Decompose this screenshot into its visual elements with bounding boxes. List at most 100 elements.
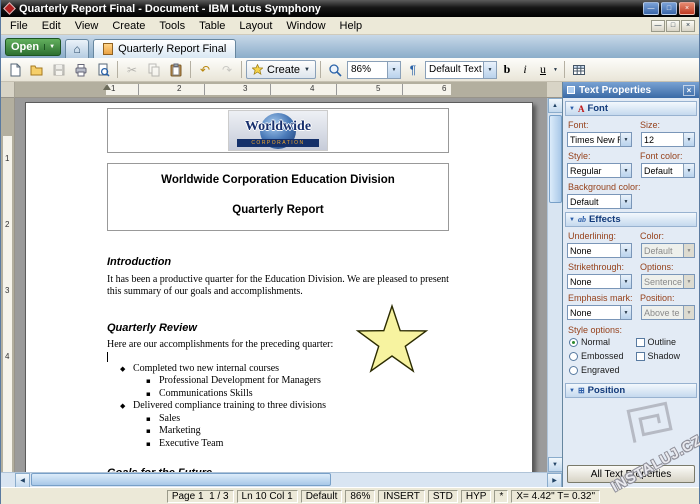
maximize-button[interactable]: □ [661,2,677,15]
style-label: Style: [568,151,640,161]
print-preview-button[interactable] [93,60,113,80]
font-family-select[interactable]: Times New Roma▼ [567,132,632,147]
close-button[interactable]: × [679,2,695,15]
radio-normal[interactable]: Normal [569,337,624,347]
zoom-select[interactable]: 86% ▼ [347,61,401,79]
chevron-down-icon[interactable]: ▼ [620,306,631,319]
menu-edit[interactable]: Edit [35,19,68,33]
horizontal-scroll-thumb[interactable] [31,473,331,486]
background-color-select[interactable]: Default▼ [567,194,632,209]
font-size-select[interactable]: 12▼ [641,132,695,147]
checkbox-outline[interactable]: Outline [636,337,681,347]
status-hyperlink-mode[interactable]: HYP [461,490,492,503]
status-line-col[interactable]: Ln 10 Col 1 [237,490,298,503]
chevron-down-icon[interactable]: ▼ [683,164,694,177]
print-button[interactable] [71,60,91,80]
formatting-marks-button[interactable]: ¶ [403,60,423,80]
checkbox-icon [636,338,645,347]
open-button[interactable]: Open ▼ [5,38,61,56]
underline-options-icon[interactable]: ▼ [553,67,560,73]
status-bar: Page 1 1 / 3 Ln 10 Col 1 Default 86% INS… [1,487,699,504]
all-text-properties-button[interactable]: All Text Properties [567,465,695,483]
paragraph-style-select[interactable]: Default Text ▼ [425,61,497,79]
cut-button[interactable]: ✂ [122,60,142,80]
chevron-down-icon[interactable]: ▼ [387,62,400,78]
ruler-corner[interactable] [1,82,15,98]
chevron-down-icon[interactable]: ▼ [44,44,55,50]
copy-button[interactable] [144,60,164,80]
menu-tools[interactable]: Tools [152,19,192,33]
underlining-select[interactable]: None▼ [567,243,632,258]
redo-icon: ↷ [222,64,232,76]
menu-view[interactable]: View [68,19,106,33]
doc-minimize-button[interactable]: — [651,20,665,32]
font-section-header[interactable]: ▼ A Font [565,101,697,116]
vertical-ruler[interactable]: 1 2 3 4 [1,98,15,472]
vertical-scrollbar[interactable]: ▲ ▼ [547,98,562,472]
doc-restore-button[interactable]: □ [666,20,680,32]
chevron-down-icon[interactable]: ▼ [620,195,631,208]
chevron-down-icon[interactable]: ▼ [483,62,496,78]
doc-close-button[interactable]: × [681,20,695,32]
scroll-down-button[interactable]: ▼ [548,457,563,472]
tab-quarterly-report-final[interactable]: Quarterly Report Final [93,39,236,58]
redo-button[interactable]: ↷ [217,60,237,80]
emphasis-mark-label: Emphasis mark: [568,293,640,303]
menu-table[interactable]: Table [192,19,232,33]
chevron-down-icon[interactable]: ▼ [620,133,631,146]
save-button[interactable] [49,60,69,80]
create-button[interactable]: Create ▼ [246,60,316,79]
paste-button[interactable] [166,60,186,80]
menu-layout[interactable]: Layout [232,19,279,33]
bold-button[interactable]: b [499,61,515,79]
chevron-down-icon[interactable]: ▼ [620,275,631,288]
new-document-button[interactable] [5,60,25,80]
undo-icon: ↶ [200,64,210,76]
chevron-down-icon[interactable]: ▼ [620,244,631,257]
scroll-right-button[interactable]: ▶ [547,473,562,488]
italic-button[interactable]: i [517,61,533,79]
status-page-style[interactable]: Default [301,490,343,503]
status-insert-mode[interactable]: INSERT [378,490,425,503]
emphasis-mark-select[interactable]: None▼ [567,305,632,320]
menu-window[interactable]: Window [279,19,332,33]
panel-close-button[interactable]: × [683,85,695,96]
menu-file[interactable]: File [3,19,35,33]
menu-help[interactable]: Help [333,19,370,33]
strikethrough-select[interactable]: None▼ [567,274,632,289]
minimize-button[interactable]: — [643,2,659,15]
effects-section-icon: ab [578,215,586,224]
menu-create[interactable]: Create [105,19,152,33]
position-section-header[interactable]: ▼ ⊞ Position [565,383,697,398]
indent-marker[interactable] [103,84,111,90]
radio-engraved[interactable]: Engraved [569,365,624,375]
undo-button[interactable]: ↶ [195,60,215,80]
font-style-select[interactable]: Regular▼ [567,163,632,178]
radio-embossed[interactable]: Embossed [569,351,624,361]
scroll-up-button[interactable]: ▲ [548,98,563,113]
home-tab[interactable]: ⌂ [65,39,89,58]
zoom-button[interactable] [325,60,345,80]
font-color-select[interactable]: Default▼ [641,163,695,178]
effects-section-header[interactable]: ▼ ab Effects [565,212,697,227]
table-button[interactable] [569,60,589,80]
star-shape[interactable] [353,303,431,377]
logo-frame[interactable]: Worldwide CORPORATION [107,108,449,153]
status-selection-mode[interactable]: STD [428,490,458,503]
scroll-left-button[interactable]: ◀ [15,473,30,488]
horizontal-ruler[interactable]: 1 2 3 4 5 6 [15,82,547,98]
document-page[interactable]: Worldwide CORPORATION Worldwide Corporat… [25,102,533,472]
chevron-down-icon[interactable]: ▼ [620,164,631,177]
star-polygon[interactable] [358,306,426,371]
underline-button[interactable]: u [535,61,551,79]
title-frame[interactable]: Worldwide Corporation Education Division… [107,163,449,231]
ruler-row: 1 2 3 4 5 6 [1,82,562,98]
chevron-down-icon[interactable]: ▼ [683,133,694,146]
status-zoom[interactable]: 86% [345,490,375,503]
status-page[interactable]: Page 1 1 / 3 [167,490,234,503]
checkbox-shadow[interactable]: Shadow [636,351,681,361]
open-file-button[interactable] [27,60,47,80]
vertical-scroll-thumb[interactable] [549,115,562,203]
list-item: ◆Delivered compliance training to three … [107,400,449,413]
horizontal-scrollbar[interactable]: ◀ ▶ [1,472,562,487]
